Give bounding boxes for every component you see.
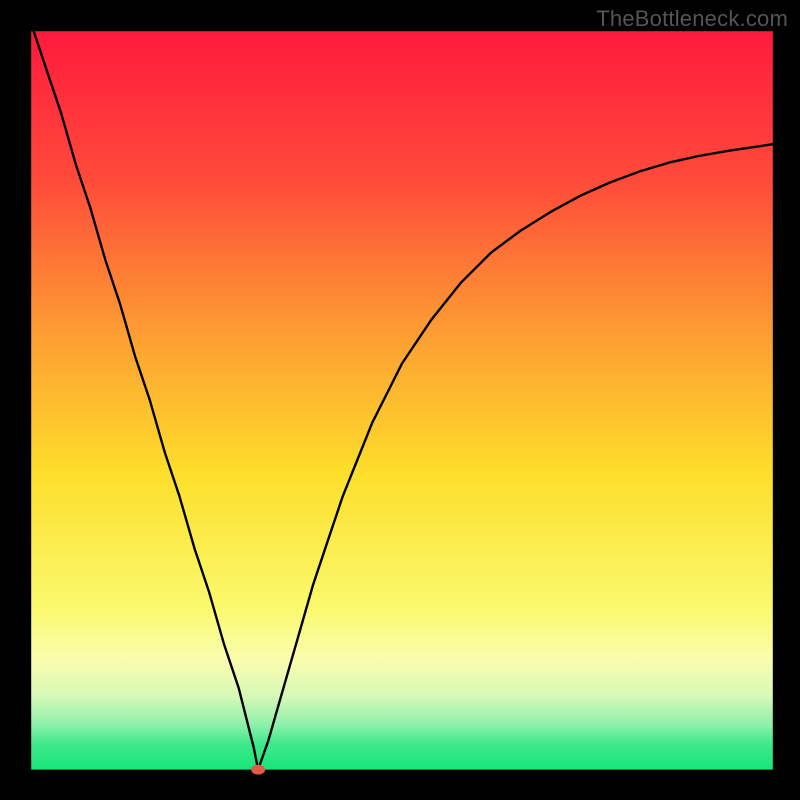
chart-container: TheBottleneck.com <box>0 0 800 800</box>
bottleneck-chart <box>0 0 800 800</box>
plot-background <box>31 31 773 769</box>
optimal-point-marker <box>251 765 265 775</box>
watermark-text: TheBottleneck.com <box>596 6 788 32</box>
